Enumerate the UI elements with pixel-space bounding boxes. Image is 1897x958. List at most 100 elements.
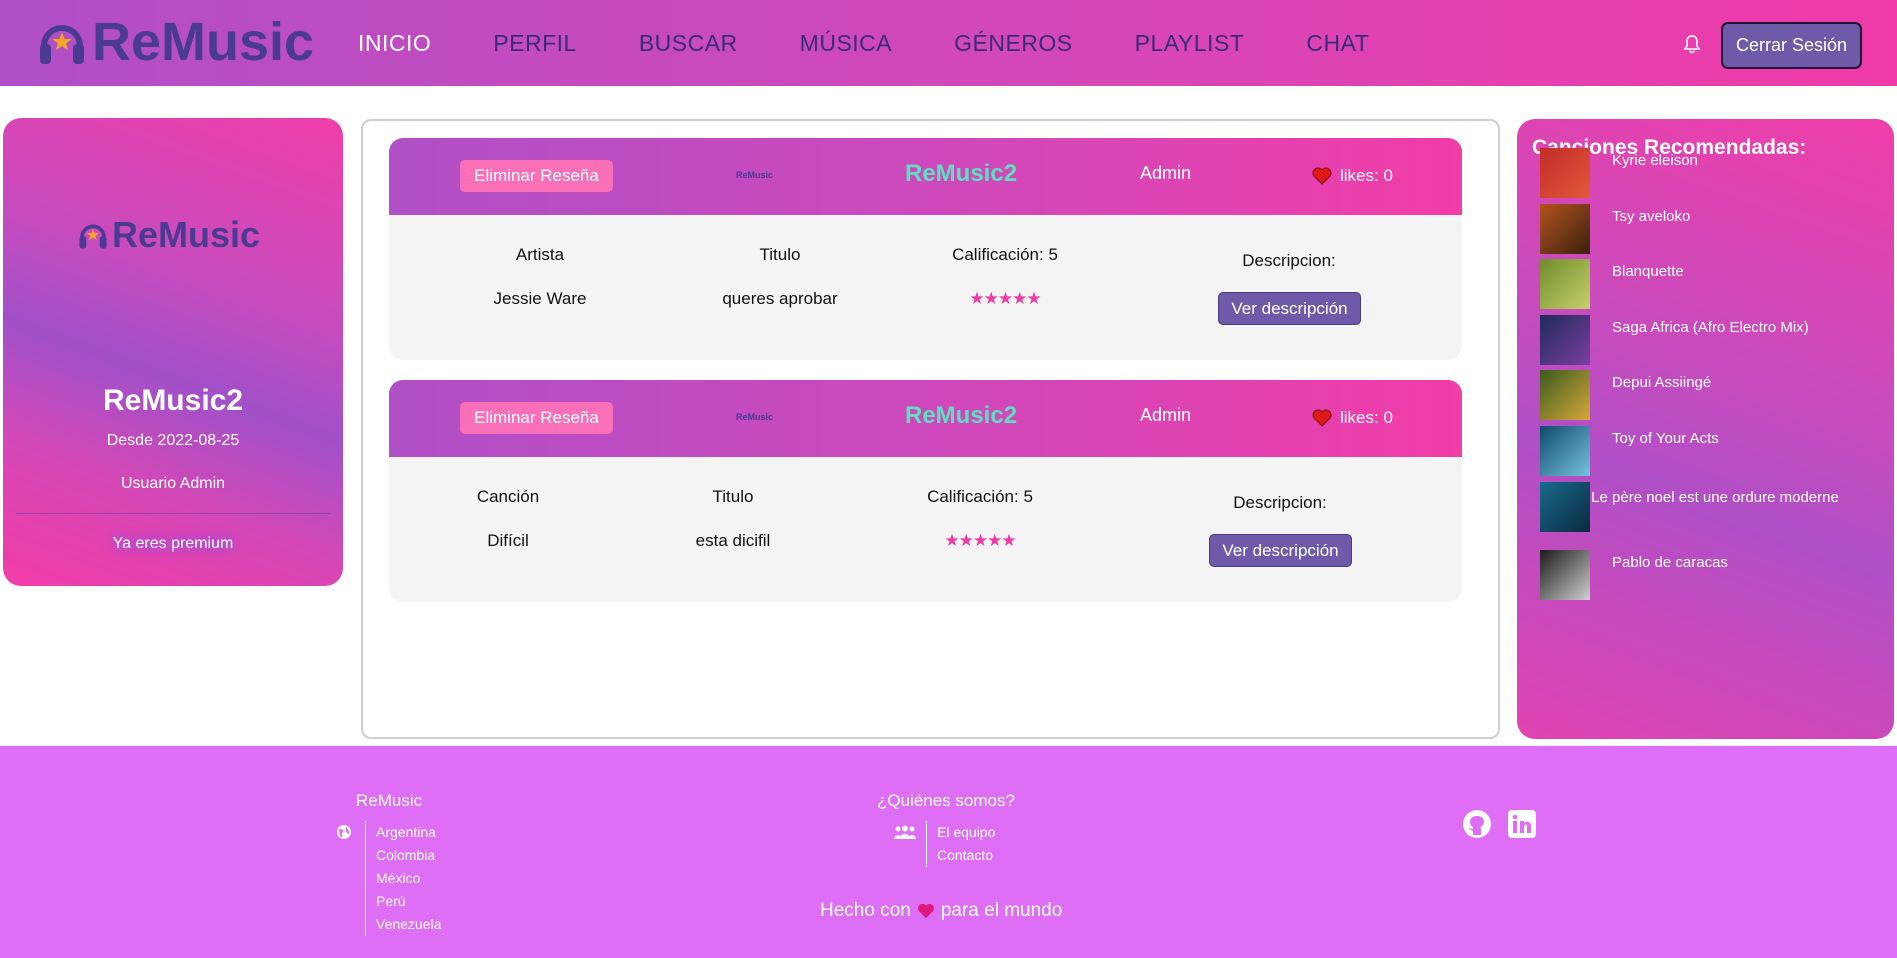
- footer-countries: Argentina Colombia México Perú Venezuela: [365, 821, 441, 936]
- review-header: Eliminar Reseña ReMusic ReMusic2 Admin l…: [389, 138, 1462, 215]
- footer-country-link[interactable]: Argentina: [376, 821, 441, 844]
- footer-made-with: Hecho con para el mundo: [820, 900, 1062, 922]
- likes-button[interactable]: likes: 0: [1312, 166, 1393, 186]
- nav-item-generos[interactable]: GÉNEROS: [954, 30, 1073, 57]
- footer-country-link[interactable]: Perú: [376, 890, 441, 913]
- album-cover[interactable]: [1540, 315, 1590, 365]
- recommended-song-title[interactable]: Toy of Your Acts: [1612, 430, 1719, 447]
- nav-item-perfil[interactable]: PERFIL: [493, 30, 577, 57]
- nav-item-musica[interactable]: MÚSICA: [800, 30, 892, 57]
- title-value: queres aprobar: [722, 289, 838, 308]
- view-description-button[interactable]: Ver descripción: [1209, 534, 1352, 567]
- recommended-song[interactable]: Toy of Your Acts: [1540, 426, 1719, 476]
- review-header: Eliminar Reseña ReMusic ReMusic2 Admin l…: [389, 380, 1462, 457]
- title-value: esta dicifil: [695, 531, 771, 550]
- rating-label: Calificación: 5: [952, 245, 1058, 264]
- recommended-song-title[interactable]: Saga Africa (Afro Electro Mix): [1612, 319, 1809, 336]
- review-username[interactable]: ReMusic2: [905, 160, 1017, 188]
- album-cover[interactable]: [1540, 148, 1590, 198]
- for-world-text: para el mundo: [940, 900, 1063, 921]
- recommended-song[interactable]: Blanquette: [1540, 259, 1684, 309]
- delete-review-button[interactable]: Eliminar Reseña: [460, 160, 613, 192]
- recommended-song-title[interactable]: Blanquette: [1612, 263, 1684, 280]
- footer-about-title: ¿Quiénes somos?: [877, 791, 1015, 810]
- headphones-logo-icon: [40, 25, 84, 64]
- rating-stars: ★★★★★: [944, 531, 1016, 550]
- title-label: Titulo: [759, 245, 801, 264]
- likes-count: likes: 0: [1340, 166, 1393, 185]
- footer-contact-link[interactable]: Contacto: [937, 844, 995, 867]
- recommended-song[interactable]: Pablo de caracas: [1540, 550, 1728, 600]
- heart-icon: [1312, 409, 1332, 427]
- nav-item-chat[interactable]: CHAT: [1306, 30, 1369, 57]
- rating-stars: ★★★★★: [969, 289, 1041, 308]
- description-label: Descripcion:: [1242, 251, 1336, 270]
- divider: [16, 513, 330, 514]
- profile-logo: ReMusic: [78, 214, 260, 256]
- review-role: Admin: [1140, 405, 1192, 425]
- heart-icon: [917, 903, 934, 919]
- bell-icon[interactable]: [1682, 34, 1702, 54]
- footer-about-links: El equipo Contacto: [926, 821, 995, 867]
- nav-item-playlist[interactable]: PLAYLIST: [1135, 30, 1245, 57]
- profile-since: Desde 2022-08-25: [106, 432, 240, 449]
- recommended-song-title[interactable]: Tsy aveloko: [1612, 208, 1690, 225]
- review-card: Eliminar Reseña ReMusic ReMusic2 Admin l…: [389, 380, 1462, 602]
- artist-label: Artista: [515, 245, 565, 264]
- recommendations-panel: Canciones Recomendadas: Kyrie eleison Tsy…: [1517, 119, 1894, 739]
- recommended-song[interactable]: Kyrie eleison: [1540, 148, 1698, 198]
- github-icon[interactable]: [1462, 809, 1492, 839]
- profile-card: [3, 118, 343, 586]
- review-username[interactable]: ReMusic2: [905, 402, 1017, 430]
- recommended-song[interactable]: Saga Africa (Afro Electro Mix): [1540, 315, 1809, 365]
- album-cover[interactable]: [1540, 370, 1590, 420]
- delete-review-button[interactable]: Eliminar Reseña: [460, 402, 613, 434]
- album-cover[interactable]: [1540, 482, 1590, 532]
- title-label: Titulo: [712, 487, 754, 506]
- footer-team-link[interactable]: El equipo: [937, 821, 995, 844]
- heart-icon: [1312, 167, 1332, 185]
- profile-name: ReMusic2: [102, 384, 244, 417]
- rating-label: Calificación: 5: [927, 487, 1033, 506]
- review-role: Admin: [1140, 163, 1192, 183]
- likes-button[interactable]: likes: 0: [1312, 408, 1393, 428]
- footer-country-link[interactable]: México: [376, 867, 441, 890]
- team-icon: [894, 825, 916, 839]
- globe-icon: [337, 825, 351, 839]
- footer-brand-title: ReMusic: [356, 791, 423, 810]
- profile-logo-text: ReMusic: [112, 214, 261, 255]
- recommended-song[interactable]: Le père noel est une ordure moderne: [1540, 482, 1840, 532]
- footer-country-link[interactable]: Colombia: [376, 844, 441, 867]
- review-mini-logo: ReMusic: [736, 412, 774, 422]
- album-cover[interactable]: [1540, 550, 1590, 600]
- album-cover[interactable]: [1540, 204, 1590, 254]
- logout-button[interactable]: Cerrar Sesión: [1721, 22, 1862, 69]
- footer: ReMusic Argentina Colombia México Perú V…: [0, 746, 1897, 958]
- recommended-song-title[interactable]: Le père noel est une ordure moderne: [1590, 486, 1840, 510]
- album-cover[interactable]: [1540, 259, 1590, 309]
- album-cover[interactable]: [1540, 426, 1590, 476]
- recommended-song-title[interactable]: Depui Assiingé: [1612, 374, 1711, 391]
- footer-country-link[interactable]: Venezuela: [376, 913, 441, 936]
- nav-item-inicio[interactable]: INICIO: [358, 30, 431, 57]
- recommended-song-title[interactable]: Kyrie eleison: [1612, 152, 1698, 169]
- made-with-text: Hecho con: [820, 900, 911, 921]
- nav-item-buscar[interactable]: BUSCAR: [639, 30, 738, 57]
- artist-value: Jessie Ware: [493, 289, 587, 308]
- review-card: Eliminar Reseña ReMusic ReMusic2 Admin l…: [389, 138, 1462, 360]
- view-description-button[interactable]: Ver descripción: [1218, 292, 1361, 325]
- recommended-song[interactable]: Depui Assiingé: [1540, 370, 1711, 420]
- navbar: ReMusic INICIO PERFIL BUSCAR MÚSICA GÉNE…: [0, 0, 1897, 86]
- brand-logo[interactable]: ReMusic: [38, 12, 314, 72]
- recommended-song-title[interactable]: Pablo de caracas: [1612, 554, 1728, 571]
- main-nav: INICIO PERFIL BUSCAR MÚSICA GÉNEROS PLAY…: [358, 30, 1431, 57]
- likes-count: likes: 0: [1340, 408, 1393, 427]
- premium-status[interactable]: Ya eres premium: [3, 535, 343, 553]
- review-mini-logo: ReMusic: [736, 170, 774, 180]
- song-label: Canción: [476, 487, 540, 506]
- headphones-logo-icon: [79, 224, 107, 249]
- recommended-song[interactable]: Tsy aveloko: [1540, 204, 1690, 254]
- profile-role: Usuario Admin: [120, 475, 226, 492]
- linkedin-icon[interactable]: [1508, 810, 1536, 838]
- brand-name: ReMusic: [92, 12, 315, 72]
